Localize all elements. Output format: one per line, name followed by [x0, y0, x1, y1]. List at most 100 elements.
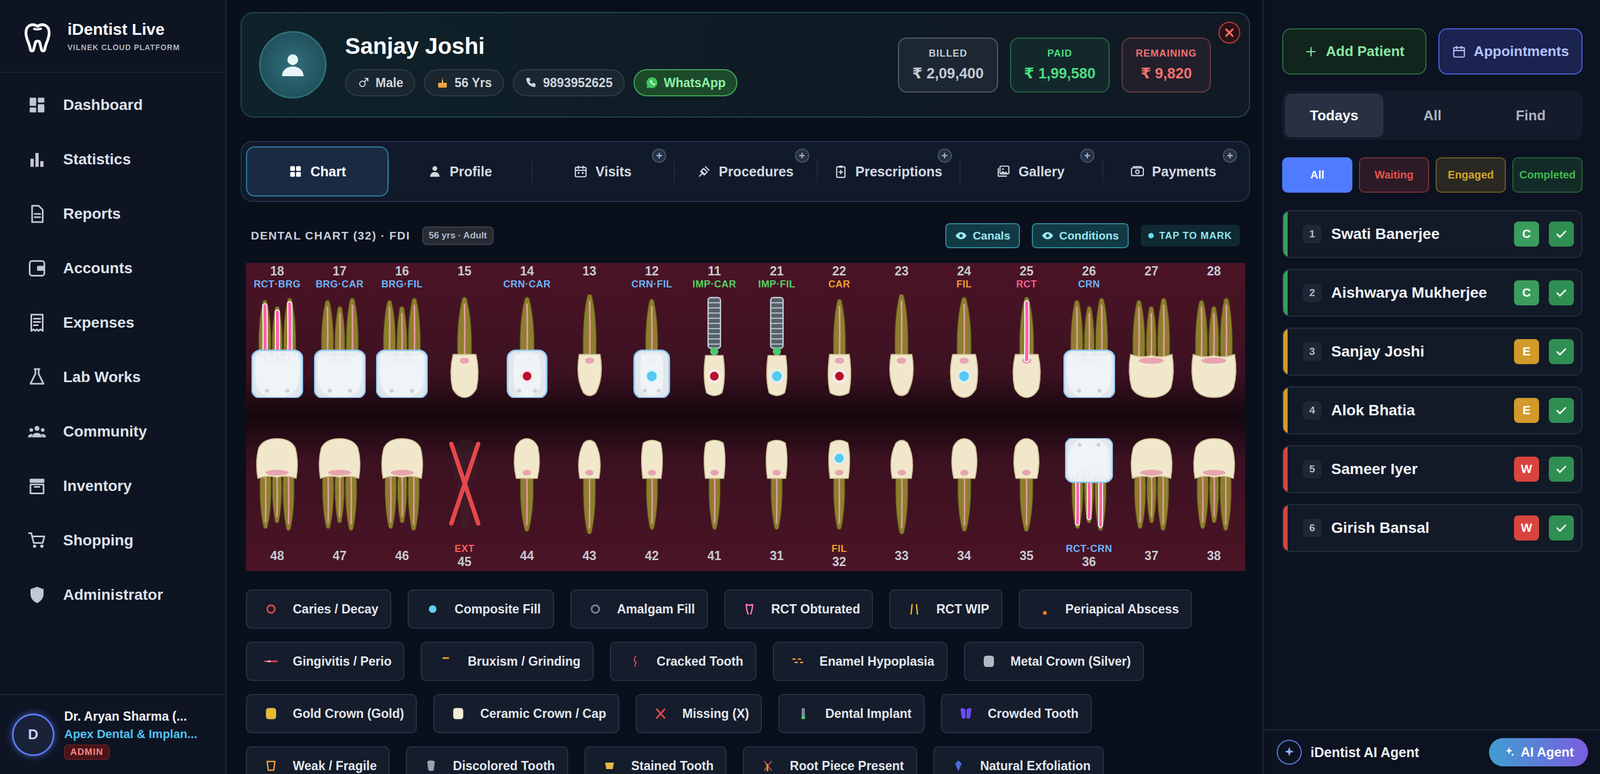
- legend-chip[interactable]: Gold Crown (Gold): [245, 693, 417, 734]
- tooth[interactable]: [877, 438, 926, 537]
- legend-chip[interactable]: Dental Implant: [778, 693, 925, 734]
- ai-agent-button[interactable]: AI Agent: [1488, 737, 1589, 767]
- tooth[interactable]: [251, 294, 304, 400]
- tab[interactable]: Procedures+: [673, 146, 817, 197]
- tooth-cell[interactable]: 24FIL: [932, 263, 996, 400]
- close-button[interactable]: [1218, 21, 1241, 44]
- tooth-cell[interactable]: 43: [558, 438, 621, 571]
- sidebar-item[interactable]: Expenses: [0, 295, 226, 350]
- phone-chip[interactable]: 9893952625: [512, 69, 625, 97]
- tooth-cell[interactable]: 48: [245, 438, 309, 571]
- legend-chip[interactable]: Discolored Tooth: [405, 746, 568, 774]
- tooth[interactable]: [1063, 294, 1116, 400]
- tooth[interactable]: [813, 294, 866, 400]
- tooth[interactable]: [1188, 294, 1240, 400]
- tooth-cell[interactable]: 13: [558, 263, 621, 400]
- tab[interactable]: Prescriptions+: [816, 146, 960, 197]
- tooth-cell[interactable]: 22CAR: [808, 263, 871, 400]
- tooth[interactable]: [625, 294, 678, 400]
- complete-button[interactable]: [1548, 339, 1574, 365]
- complete-button[interactable]: [1548, 221, 1574, 247]
- complete-button[interactable]: [1548, 456, 1574, 482]
- legend-chip[interactable]: Ceramic Crown / Cap: [433, 693, 619, 734]
- legend-chip[interactable]: Natural Exfoliation: [933, 746, 1104, 774]
- tooth[interactable]: [940, 438, 989, 537]
- tooth-cell[interactable]: 37: [1120, 438, 1184, 571]
- tooth-cell[interactable]: 25RCT: [995, 263, 1058, 400]
- tooth-cell[interactable]: 38: [1182, 438, 1246, 571]
- tab[interactable]: Gallery+: [959, 146, 1103, 197]
- tooth-cell[interactable]: 27: [1120, 263, 1184, 400]
- tooth-cell[interactable]: 46: [371, 438, 434, 571]
- tooth-cell[interactable]: 11IMP·CAR: [682, 263, 746, 400]
- queue-item[interactable]: 6Girish BansalW: [1282, 503, 1583, 552]
- complete-button[interactable]: [1548, 515, 1574, 541]
- tooth[interactable]: [690, 438, 739, 537]
- legend-chip[interactable]: RCT WIP: [889, 589, 1002, 629]
- tooth[interactable]: [565, 438, 614, 537]
- tooth-cell[interactable]: 26CRN: [1057, 263, 1121, 400]
- legend-chip[interactable]: Stained Tooth: [584, 746, 728, 774]
- tooth-cell[interactable]: 18RCT·BRG: [245, 263, 309, 400]
- legend-chip[interactable]: Gingivitis / Perio: [245, 641, 405, 681]
- tooth-cell[interactable]: 44: [495, 438, 559, 571]
- tooth[interactable]: [438, 294, 491, 400]
- add-badge[interactable]: +: [1222, 148, 1238, 163]
- tooth[interactable]: [628, 438, 676, 537]
- tooth[interactable]: [376, 294, 428, 400]
- legend-chip[interactable]: Caries / Decay: [245, 589, 392, 629]
- tooth[interactable]: [815, 438, 864, 537]
- sidebar-item[interactable]: Dashboard: [0, 77, 226, 133]
- queue-tab[interactable]: Find: [1481, 93, 1580, 138]
- legend-chip[interactable]: Crowded Tooth: [940, 693, 1092, 734]
- tooth[interactable]: [563, 294, 616, 400]
- tooth-cell[interactable]: 42: [620, 438, 684, 571]
- tooth[interactable]: [1127, 438, 1176, 537]
- tooth[interactable]: [938, 294, 990, 400]
- complete-button[interactable]: [1548, 280, 1574, 306]
- legend-chip[interactable]: Weak / Fragile: [245, 746, 390, 774]
- add-badge[interactable]: +: [651, 148, 667, 163]
- filter-chip[interactable]: Completed: [1512, 157, 1583, 193]
- whatsapp-chip[interactable]: WhatsApp: [633, 69, 738, 97]
- filter-chip[interactable]: Waiting: [1358, 157, 1430, 193]
- tooth[interactable]: [502, 438, 551, 537]
- tooth-cell[interactable]: RCT·CRN36: [1057, 438, 1121, 571]
- tooth-cell[interactable]: 33: [870, 438, 934, 571]
- legend-chip[interactable]: Amalgam Fill: [570, 589, 709, 629]
- tooth-cell[interactable]: 14CRN·CAR: [495, 263, 559, 400]
- tooth-cell[interactable]: 17BRG·CAR: [308, 263, 372, 400]
- tooth[interactable]: [378, 438, 427, 537]
- legend-chip[interactable]: Bruxism / Grinding: [420, 641, 594, 681]
- tooth-cell[interactable]: 12CRN·FIL: [620, 263, 684, 400]
- sidebar-item[interactable]: Accounts: [0, 241, 226, 296]
- filter-chip[interactable]: Engaged: [1435, 157, 1506, 193]
- legend-chip[interactable]: Enamel Hypoplasia: [772, 641, 948, 681]
- add-patient-button[interactable]: Add Patient: [1282, 28, 1427, 75]
- tooth[interactable]: [688, 294, 741, 400]
- sidebar-item[interactable]: Reports: [0, 186, 226, 242]
- legend-chip[interactable]: Composite Fill: [407, 589, 554, 629]
- tooth[interactable]: [315, 438, 364, 537]
- tooth-cell[interactable]: 15: [433, 263, 496, 400]
- sidebar-item[interactable]: Lab Works: [0, 349, 226, 405]
- add-badge[interactable]: +: [1080, 148, 1095, 163]
- tooth-cell[interactable]: 35: [995, 438, 1058, 571]
- legend-chip[interactable]: RCT Obturated: [724, 589, 874, 629]
- tooth[interactable]: [875, 294, 928, 400]
- user-card[interactable]: DDr. Aryan Sharma (...Apex Dental & Impl…: [0, 693, 226, 774]
- tooth-cell[interactable]: 28: [1182, 263, 1246, 400]
- legend-chip[interactable]: Periapical Abscess: [1018, 589, 1193, 629]
- appointments-button[interactable]: Appointments: [1438, 28, 1583, 75]
- tooth[interactable]: [440, 438, 489, 537]
- tooth-cell[interactable]: 47: [308, 438, 372, 571]
- tooth[interactable]: [751, 294, 803, 400]
- sidebar-item[interactable]: Shopping: [0, 513, 226, 568]
- tab[interactable]: Profile: [388, 146, 532, 197]
- complete-button[interactable]: [1548, 397, 1574, 423]
- toggle-button[interactable]: Canals: [945, 223, 1020, 249]
- tooth[interactable]: [314, 294, 366, 400]
- tooth-cell[interactable]: EXT45: [433, 438, 496, 571]
- tooth[interactable]: [501, 294, 553, 400]
- tab[interactable]: Payments+: [1102, 146, 1245, 197]
